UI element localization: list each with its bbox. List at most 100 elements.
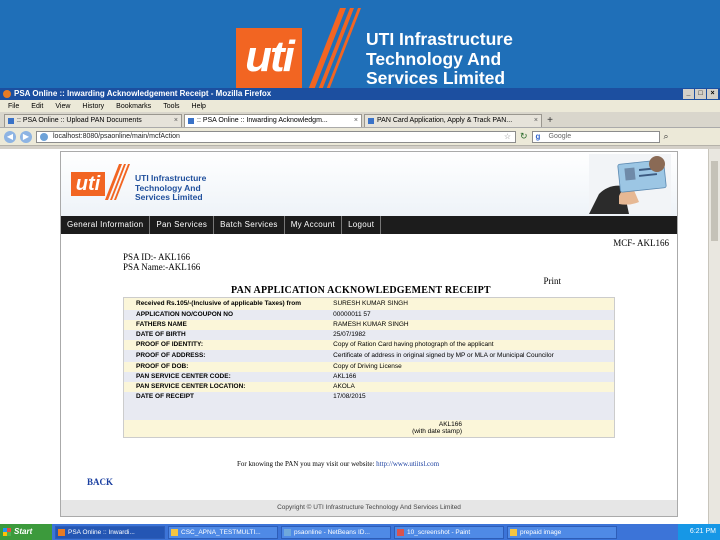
- table-row: PROOF OF IDENTITY: Copy of Ration Card h…: [123, 339, 615, 350]
- favicon-icon: [368, 118, 374, 124]
- site-header: uti UTI Infrastructure Technology And Se…: [61, 152, 677, 216]
- receipt-table: Received Rs.105/-(Inclusive of applicabl…: [123, 297, 615, 438]
- netbeans-icon: [284, 528, 291, 536]
- row-value: 00000011 57: [321, 309, 615, 320]
- taskbar-item-label: 10_screenshot - Paint: [407, 528, 471, 536]
- forward-arrow-icon[interactable]: ▶: [20, 130, 32, 143]
- table-row: APPLICATION NO/COUPON NO 00000011 57: [123, 309, 615, 320]
- uti-logo: uti: [236, 28, 302, 88]
- nav-batch-services[interactable]: Batch Services: [214, 216, 285, 234]
- table-row: PAN SERVICE CENTER CODE: AKL166: [123, 371, 615, 382]
- new-tab-button[interactable]: +: [544, 115, 556, 127]
- url-text: localhost:8080/psaonline/main/mcfAction: [53, 132, 180, 140]
- menu-edit[interactable]: Edit: [31, 103, 43, 110]
- taskbar-item-label: PSA Online :: Inwardi...: [68, 528, 135, 536]
- taskbar-item[interactable]: CSC_APNA_TESTMULTI...: [168, 525, 278, 539]
- signature-name: AKL166: [438, 421, 462, 429]
- browser-tab-active[interactable]: :: PSA Online :: Inwarding Acknowledgm..…: [184, 114, 362, 127]
- nav-my-account[interactable]: My Account: [285, 216, 343, 234]
- firefox-icon: [58, 528, 65, 536]
- folder-icon: [171, 528, 178, 536]
- menu-tools[interactable]: Tools: [163, 103, 179, 110]
- row-value: SURESH KUMAR SINGH: [321, 297, 615, 310]
- site-nav: General Information Pan Services Batch S…: [61, 216, 677, 234]
- reload-icon[interactable]: ↻: [520, 131, 528, 142]
- row-label: FATHERS NAME: [123, 319, 322, 330]
- site-identity-icon: [40, 132, 48, 141]
- windows-logo-icon: [3, 528, 11, 536]
- site-title-line: Services Limited: [135, 192, 203, 202]
- back-link[interactable]: BACK: [87, 477, 113, 487]
- row-value: RAMESH KUMAR SINGH: [321, 319, 615, 330]
- browser-tab[interactable]: :: PSA Online :: Upload PAN Documents ×: [4, 114, 182, 127]
- taskbar-item[interactable]: psaonline - NetBeans ID...: [281, 525, 391, 539]
- table-row: Received Rs.105/-(Inclusive of applicabl…: [123, 297, 615, 310]
- utiitsl-link[interactable]: http://www.utiitsl.com: [376, 460, 439, 468]
- table-row: PROOF OF ADDRESS: Certificate of address…: [123, 349, 615, 362]
- taskbar-item[interactable]: prepaid image: [507, 525, 617, 539]
- row-label: PAN SERVICE CENTER CODE:: [123, 371, 322, 382]
- start-label: Start: [14, 527, 33, 536]
- menu-view[interactable]: View: [55, 103, 70, 110]
- banner-title-line: Technology And: [366, 48, 502, 69]
- table-row: DATE OF RECEIPT 17/08/2015: [123, 391, 615, 402]
- banner-title-line: Services Limited: [366, 68, 506, 88]
- row-label: PAN SERVICE CENTER LOCATION:: [123, 381, 322, 392]
- tab-label: PAN Card Application, Apply & Track PAN.…: [377, 117, 513, 124]
- browser-tab[interactable]: PAN Card Application, Apply & Track PAN.…: [364, 114, 542, 127]
- taskbar-item-label: psaonline - NetBeans ID...: [294, 528, 370, 536]
- menu-file[interactable]: File: [8, 103, 19, 110]
- site-logo-stripes-icon: [105, 164, 130, 200]
- start-button[interactable]: Start: [0, 524, 52, 540]
- search-input[interactable]: g Google: [531, 130, 660, 143]
- row-label: DATE OF RECEIPT: [123, 391, 322, 402]
- menu-bar: File Edit View History Bookmarks Tools H…: [0, 100, 720, 112]
- taskbar-item-label: CSC_APNA_TESTMULTI...: [181, 528, 261, 536]
- page-viewport: uti UTI Infrastructure Technology And Se…: [0, 149, 720, 524]
- favicon-icon: [188, 118, 194, 124]
- row-label: Received Rs.105/-(Inclusive of applicabl…: [123, 297, 322, 310]
- tab-label: :: PSA Online :: Upload PAN Documents: [17, 117, 142, 124]
- nav-pan-services[interactable]: Pan Services: [150, 216, 215, 234]
- close-tab-icon[interactable]: ×: [174, 115, 178, 127]
- back-arrow-icon[interactable]: ◀: [4, 130, 16, 143]
- taskbar-item[interactable]: 10_screenshot - Paint: [394, 525, 504, 539]
- site-title: UTI Infrastructure Technology And Servic…: [135, 173, 206, 203]
- row-value: AKOLA: [321, 381, 615, 392]
- nav-logout[interactable]: Logout: [342, 216, 382, 234]
- table-row: PROOF OF DOB: Copy of Driving License: [123, 361, 615, 372]
- scrollbar-thumb[interactable]: [711, 161, 718, 241]
- print-link[interactable]: Print: [543, 276, 561, 286]
- menu-history[interactable]: History: [82, 103, 104, 110]
- row-value: 17/08/2015: [321, 391, 615, 402]
- clock: 6:21 PM: [689, 528, 716, 535]
- bookmark-star-icon[interactable]: ☆: [504, 132, 511, 142]
- menu-help[interactable]: Help: [192, 103, 206, 110]
- banner-title-line: UTI Infrastructure: [366, 29, 513, 49]
- tab-label: :: PSA Online :: Inwarding Acknowledgm..…: [197, 117, 328, 124]
- firefox-icon: [3, 90, 11, 98]
- site-container: uti UTI Infrastructure Technology And Se…: [60, 151, 678, 517]
- close-button[interactable]: ×: [707, 89, 718, 99]
- taskbar: Start PSA Online :: Inwardi... CSC_APNA_…: [0, 524, 720, 540]
- slide-banner: uti UTI Infrastructure Technology And Se…: [0, 0, 720, 90]
- address-bar[interactable]: localhost:8080/psaonline/main/mcfAction …: [36, 130, 516, 143]
- close-tab-icon[interactable]: ×: [534, 115, 538, 127]
- browser-window: PSA Online :: Inwarding Acknowledgement …: [0, 88, 720, 540]
- taskbar-item[interactable]: PSA Online :: Inwardi...: [55, 525, 165, 539]
- window-titlebar[interactable]: PSA Online :: Inwarding Acknowledgement …: [0, 88, 720, 100]
- maximize-button[interactable]: □: [695, 89, 706, 99]
- search-icon[interactable]: ⌕: [664, 131, 669, 142]
- minimize-button[interactable]: _: [683, 89, 694, 99]
- psa-info: PSA ID:- AKL166 PSA Name:-AKL166: [123, 252, 200, 272]
- logo-stripes-icon: [308, 8, 361, 90]
- vertical-scrollbar[interactable]: [708, 149, 720, 524]
- site-logo: uti: [71, 172, 105, 196]
- menu-bookmarks[interactable]: Bookmarks: [116, 103, 151, 110]
- pan-card-hand-image: [589, 154, 671, 214]
- nav-general-information[interactable]: General Information: [61, 216, 151, 234]
- row-value: 25/07/1982: [321, 329, 615, 340]
- signature-row: AKL166 (with date stamp): [123, 419, 615, 438]
- close-tab-icon[interactable]: ×: [354, 115, 358, 127]
- search-placeholder: Google: [548, 132, 572, 140]
